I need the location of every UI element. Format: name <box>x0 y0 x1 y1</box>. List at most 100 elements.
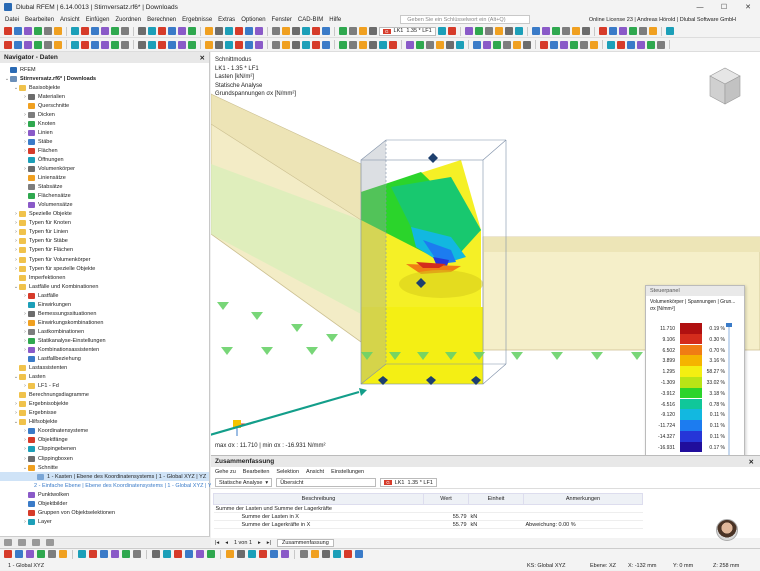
toolbar-tool-icon[interactable] <box>581 27 590 35</box>
toolbar-tool-icon[interactable] <box>647 40 655 49</box>
analysis-select[interactable]: Statische Analyse ▾ <box>215 478 273 487</box>
menu-window[interactable]: Fenster <box>269 17 295 23</box>
tree-item[interactable]: › Bemessungssituationen <box>0 309 209 318</box>
menu-view[interactable]: Ansicht <box>57 17 83 23</box>
toolbar-tool-icon[interactable] <box>540 40 548 49</box>
toolbar-tool-icon[interactable] <box>541 27 550 35</box>
tree-item[interactable]: › Stäbe <box>0 137 209 146</box>
menu-calculate[interactable]: Berechnen <box>144 17 179 23</box>
toolbar-tool-icon[interactable] <box>34 40 42 49</box>
tab-results-icon[interactable] <box>46 538 54 546</box>
toolbar-tool-icon[interactable] <box>215 40 223 49</box>
tree-item[interactable]: › LF1 - Fd <box>0 382 209 391</box>
toolbar-tool-icon[interactable] <box>551 27 560 35</box>
prev-page-icon[interactable]: ◂ <box>225 540 228 546</box>
menu-insert[interactable]: Einfügen <box>83 17 113 23</box>
next-page-icon[interactable]: ▸ <box>258 540 261 546</box>
toolbar-tool-icon[interactable] <box>163 550 171 558</box>
tree-item[interactable]: › Clippingebenen <box>0 445 209 454</box>
tree-item[interactable]: ⌄ Lasten <box>0 373 209 382</box>
toolbar-tool-icon[interactable] <box>255 27 263 35</box>
tree-item[interactable]: Imperfektionen <box>0 273 209 282</box>
navigation-cube[interactable] <box>706 66 744 106</box>
toolbar-tool-icon[interactable] <box>158 27 166 35</box>
tree-item[interactable]: › Typen für Linien <box>0 228 209 237</box>
tree-item[interactable]: › Ergebnisse <box>0 409 209 418</box>
toolbar-tool-icon[interactable] <box>292 40 300 49</box>
tree-item[interactable]: › Statikanalyse-Einstellungen <box>0 336 209 345</box>
toolbar-tool-icon[interactable] <box>389 40 397 49</box>
tree-item[interactable]: › Koordinatensysteme <box>0 427 209 436</box>
tree-item[interactable]: Punktwolken <box>0 490 209 499</box>
toolbar-tool-icon[interactable] <box>570 40 578 49</box>
toolbar-tool-icon[interactable] <box>225 40 233 49</box>
tree-item[interactable]: › Ergebnisobjekte <box>0 400 209 409</box>
toolbar-tool-icon[interactable] <box>359 40 367 49</box>
toolbar-tool-icon[interactable] <box>359 27 367 35</box>
toolbar-tool-icon[interactable] <box>101 40 109 49</box>
table-row[interactable]: Summe der Lagerkräfte in X 55.79 kN Abwe… <box>213 520 643 529</box>
toolbar-tool-icon[interactable] <box>302 27 310 35</box>
toolbar-tool-icon[interactable] <box>322 40 330 49</box>
toolbar-tool-icon[interactable] <box>504 27 513 35</box>
toolbar-tool-icon[interactable] <box>81 27 89 35</box>
summary-menu-view[interactable]: Ansicht <box>306 469 324 475</box>
toolbar-tool-icon[interactable] <box>514 27 523 35</box>
toolbar-tool-icon[interactable] <box>369 27 377 35</box>
tree-item[interactable]: Öffnungen <box>0 155 209 164</box>
toolbar-tool-icon[interactable] <box>322 27 330 35</box>
toolbar-tool-icon[interactable] <box>207 550 215 558</box>
summary-loadcase-select[interactable]: G LK1 1.35 * LF1 <box>380 478 437 487</box>
tab-views-icon[interactable] <box>32 538 40 546</box>
toolbar-tool-icon[interactable] <box>312 40 320 49</box>
toolbar-tool-icon[interactable] <box>474 27 483 35</box>
toolbar-tool-icon[interactable] <box>447 27 456 35</box>
toolbar-tool-icon[interactable] <box>101 27 109 35</box>
minimize-button[interactable]: — <box>688 0 712 14</box>
toolbar-tool-icon[interactable] <box>24 27 32 35</box>
tree-item[interactable]: › Kombinationsassistenten <box>0 345 209 354</box>
toolbar-tool-icon[interactable] <box>292 27 300 35</box>
toolbar-tool-icon[interactable] <box>456 40 464 49</box>
toolbar-tool-icon[interactable] <box>638 27 647 35</box>
toolbar-tool-icon[interactable] <box>617 40 625 49</box>
toolbar-tool-icon[interactable] <box>4 40 12 49</box>
tree-item[interactable]: Objektbilder <box>0 499 209 508</box>
toolbar-tool-icon[interactable] <box>436 40 444 49</box>
toolbar-tool-icon[interactable] <box>302 40 310 49</box>
menu-options[interactable]: Optionen <box>238 17 268 23</box>
toolbar-tool-icon[interactable] <box>493 40 501 49</box>
toolbar-tool-icon[interactable] <box>550 40 558 49</box>
toolbar-tool-icon[interactable] <box>225 27 233 35</box>
slider-top-handle[interactable] <box>726 323 732 327</box>
toolbar-tool-icon[interactable] <box>379 40 387 49</box>
tree-item[interactable]: › Clippingboxen <box>0 454 209 463</box>
toolbar-tool-icon[interactable] <box>111 550 119 558</box>
tree-item[interactable]: › Typen für spezielle Objekte <box>0 264 209 273</box>
last-page-icon[interactable]: ▸| <box>267 540 271 546</box>
toolbar-tool-icon[interactable] <box>312 27 320 35</box>
toolbar-tool-icon[interactable] <box>188 27 196 35</box>
toolbar-tool-icon[interactable] <box>446 40 454 49</box>
toolbar-tool-icon[interactable] <box>628 27 637 35</box>
toolbar-tool-icon[interactable] <box>272 40 280 49</box>
assistant-avatar[interactable] <box>716 519 738 541</box>
tree-item[interactable]: › Einwirkungskombinationen <box>0 318 209 327</box>
tree-item[interactable]: › Typen für Stäbe <box>0 237 209 246</box>
toolbar-tool-icon[interactable] <box>627 40 635 49</box>
tree-item[interactable]: ⌄ Hilfsobjekte <box>0 418 209 427</box>
toolbar-tool-icon[interactable] <box>637 40 645 49</box>
toolbar-tool-icon[interactable] <box>245 27 253 35</box>
tree-item[interactable]: Liniensätze <box>0 174 209 183</box>
menu-results[interactable]: Ergebnisse <box>179 17 215 23</box>
toolbar-tool-icon[interactable] <box>26 550 34 558</box>
summary-menu-edit[interactable]: Bearbeiten <box>243 469 270 475</box>
menu-file[interactable]: Datei <box>2 17 22 23</box>
toolbar-tool-icon[interactable] <box>513 40 521 49</box>
search-input[interactable]: Geben Sie ein Schlüsselwort ein (Alt+Q) <box>400 15 531 24</box>
toolbar-tool-icon[interactable] <box>100 550 108 558</box>
toolbar-tool-icon[interactable] <box>174 550 182 558</box>
menu-edit[interactable]: Bearbeiten <box>22 17 57 23</box>
toolbar-tool-icon[interactable] <box>580 40 588 49</box>
toolbar-tool-icon[interactable] <box>91 27 99 35</box>
